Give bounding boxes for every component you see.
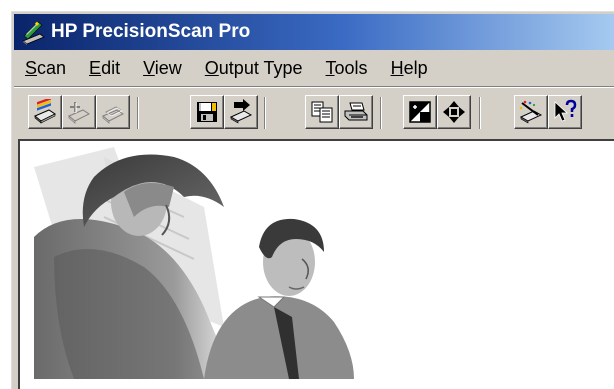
menu-edit[interactable]: Edit <box>78 58 132 79</box>
save-button[interactable] <box>190 95 224 129</box>
help-pointer-icon <box>554 99 577 122</box>
scanner-icon <box>22 21 45 45</box>
help-pointer-button[interactable] <box>548 95 582 129</box>
menu-toolbar-divider <box>14 86 614 88</box>
resize-button[interactable] <box>437 95 471 129</box>
add-scan-icon <box>68 102 90 124</box>
menu-tools[interactable]: Tools <box>315 58 380 79</box>
add-scan-button[interactable] <box>62 95 96 129</box>
scanned-sketch-image <box>34 147 354 379</box>
rescan-icon <box>102 106 124 124</box>
new-scan-icon <box>34 99 56 124</box>
exposure-icon <box>409 101 431 123</box>
rescan-button[interactable] <box>96 95 130 129</box>
save-icon <box>197 102 217 122</box>
exposure-button[interactable] <box>403 95 437 129</box>
print-icon <box>344 102 368 121</box>
menu-view[interactable]: View <box>132 58 194 79</box>
send-to-button[interactable] <box>224 95 258 129</box>
menu-bar: Scan Edit View Output Type Tools Help <box>14 53 614 83</box>
new-scan-button[interactable] <box>28 95 62 129</box>
toolbar <box>14 91 614 135</box>
copy-icon <box>311 101 333 123</box>
app-window: HP PrecisionScan Pro Scan Edit View Outp… <box>10 10 614 389</box>
resize-icon <box>443 101 465 123</box>
title-bar[interactable]: HP PrecisionScan Pro <box>14 14 614 50</box>
send-to-icon <box>229 99 253 124</box>
menu-scan[interactable]: Scan <box>14 58 78 79</box>
toolbar-separator <box>479 97 481 129</box>
toolbar-separator <box>137 97 139 129</box>
clear-area-button[interactable] <box>514 95 548 129</box>
clear-area-icon <box>519 100 543 124</box>
preview-area[interactable] <box>18 139 614 389</box>
copy-button[interactable] <box>305 95 339 129</box>
print-button[interactable] <box>339 95 373 129</box>
toolbar-separator <box>380 97 382 129</box>
window-title: HP PrecisionScan Pro <box>51 21 251 42</box>
menu-help[interactable]: Help <box>380 58 440 79</box>
toolbar-separator <box>264 97 266 129</box>
menu-output-type[interactable]: Output Type <box>194 58 315 79</box>
